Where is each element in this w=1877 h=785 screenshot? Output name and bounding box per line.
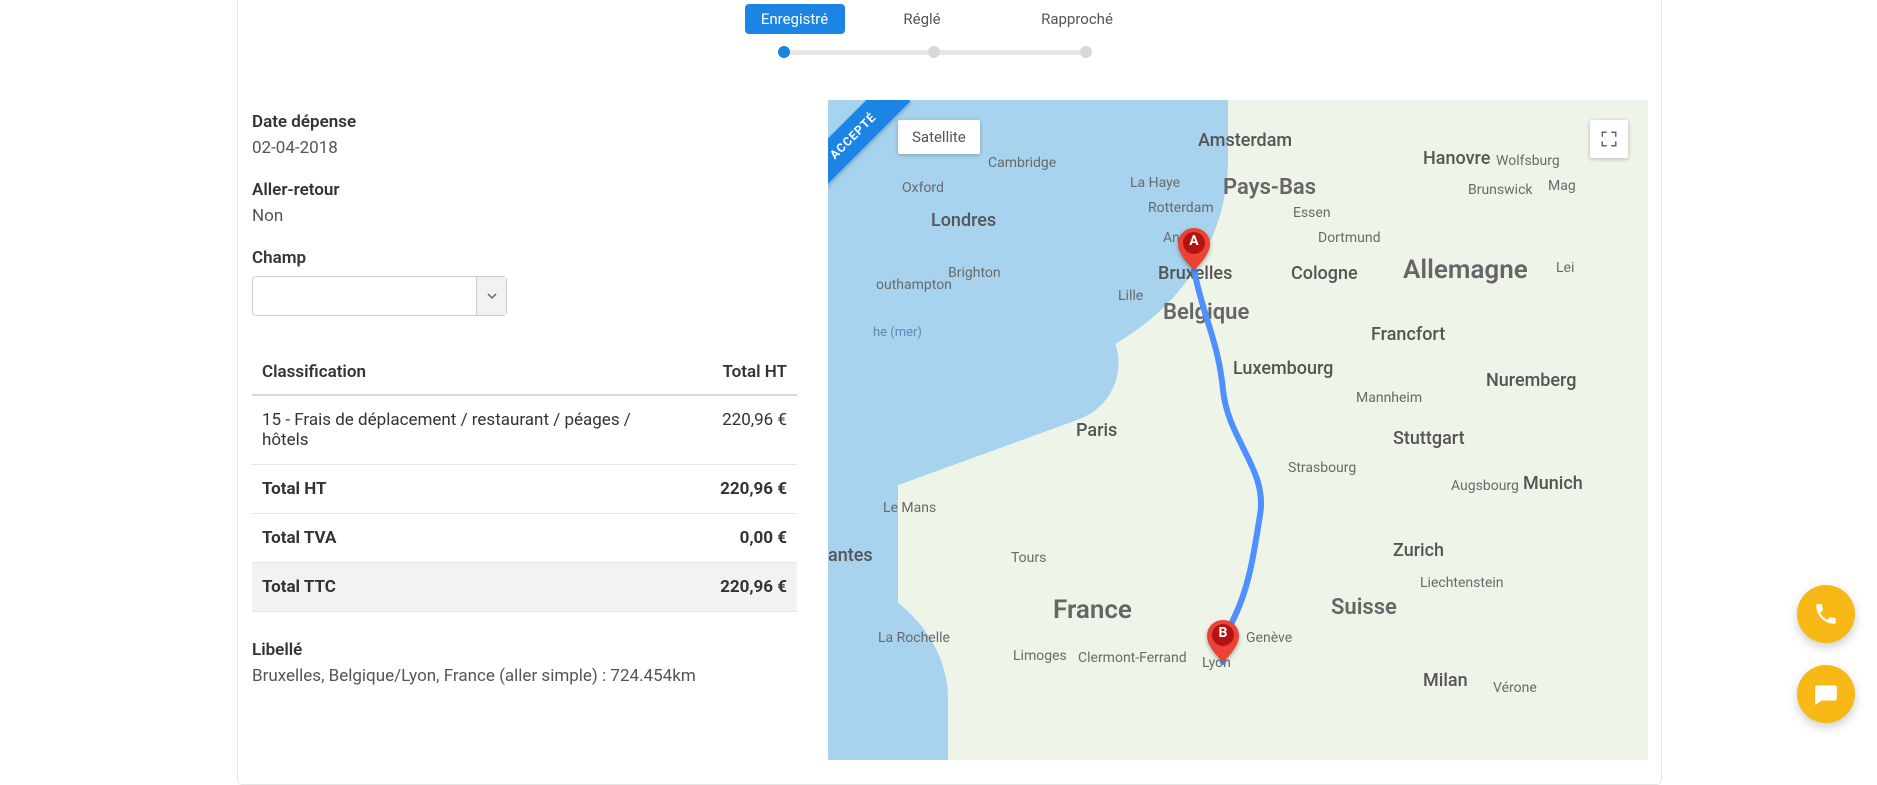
city-label: Limoges — [1013, 648, 1067, 664]
phone-fab[interactable] — [1797, 585, 1855, 643]
expense-card: Enregistré Réglé Rapproché Date dépense … — [237, 0, 1662, 785]
city-label: Luxembourg — [1233, 358, 1333, 379]
step-registered[interactable]: Enregistré — [745, 4, 845, 34]
city-label: La Haye — [1130, 175, 1180, 191]
champ-select-value — [253, 277, 476, 315]
col-classification: Classification — [252, 350, 691, 395]
total-tva-value: 0,00 € — [691, 514, 797, 563]
row-label: 15 - Frais de déplacement / restaurant /… — [252, 395, 691, 465]
col-total-ht: Total HT — [691, 350, 797, 395]
step-reconciled[interactable]: Rapproché — [1000, 4, 1155, 34]
total-ht-value: 220,96 € — [691, 465, 797, 514]
city-label: Amsterdam — [1198, 130, 1292, 151]
chat-fab[interactable] — [1797, 665, 1855, 723]
stepper-track — [780, 46, 1090, 56]
marker-a-letter: A — [1178, 233, 1210, 249]
date-value: 02-04-2018 — [252, 138, 782, 158]
city-label: Brunswick — [1468, 182, 1533, 198]
date-label: Date dépense — [252, 112, 782, 132]
city-label: Francfort — [1371, 324, 1445, 345]
country-label: Suisse — [1331, 595, 1397, 620]
city-label: antes — [828, 545, 873, 566]
champ-select[interactable] — [252, 276, 507, 316]
city-label: Lei — [1556, 260, 1574, 276]
city-label: Nuremberg — [1486, 370, 1576, 391]
roundtrip-value: Non — [252, 206, 782, 226]
row-total-ht: Total HT 220,96 € — [252, 465, 797, 514]
pricing-table: Classification Total HT 15 - Frais de dé… — [252, 350, 797, 612]
city-label: Mag — [1548, 178, 1576, 194]
city-label: Zurich — [1393, 540, 1444, 561]
route-map[interactable]: ACCEPTÉ Plan Satellite Amsterdam La Haye… — [828, 100, 1648, 760]
city-label: La Rochelle — [878, 630, 950, 646]
total-ttc-value: 220,96 € — [691, 563, 797, 612]
roundtrip-label: Aller-retour — [252, 180, 782, 200]
details-column: Date dépense 02-04-2018 Aller-retour Non… — [252, 112, 782, 686]
map-marker-a[interactable]: A — [1178, 228, 1210, 270]
city-label: Tours — [1011, 550, 1046, 566]
table-row: 15 - Frais de déplacement / restaurant /… — [252, 395, 797, 465]
city-label: Oxford — [902, 180, 944, 196]
city-label: Dortmund — [1318, 230, 1380, 246]
city-label: Rotterdam — [1148, 200, 1214, 216]
country-label: France — [1053, 595, 1132, 625]
city-label: Hanovre — [1423, 148, 1490, 169]
step-settled[interactable]: Réglé — [845, 4, 1000, 34]
chevron-down-icon — [476, 277, 506, 315]
city-label: Stuttgart — [1393, 428, 1465, 449]
city-label: Brighton — [948, 265, 1001, 281]
city-label: Londres — [931, 210, 996, 231]
marker-b-letter: B — [1207, 625, 1239, 641]
city-label: Liechtenstein — [1420, 575, 1504, 591]
step-dot-2 — [928, 46, 940, 58]
water-label: he (mer) — [873, 325, 922, 340]
city-label: outhampton — [876, 277, 952, 293]
country-label: Belgique — [1163, 300, 1249, 325]
city-label: Munich — [1523, 473, 1583, 494]
country-label: Pays-Bas — [1223, 175, 1316, 200]
fullscreen-icon[interactable] — [1590, 120, 1628, 158]
city-label: Mannheim — [1356, 390, 1422, 406]
map-type-toggle[interactable]: Plan Satellite — [898, 120, 980, 154]
map-btn-satellite[interactable]: Satellite — [898, 120, 980, 154]
map-marker-b[interactable]: B — [1207, 620, 1239, 662]
city-label: Milan — [1423, 670, 1468, 691]
country-label: Allemagne — [1403, 255, 1528, 285]
city-label: Cologne — [1291, 263, 1358, 284]
phone-icon — [1813, 601, 1839, 627]
status-stepper: Enregistré Réglé Rapproché — [745, 4, 1155, 56]
libelle-label: Libellé — [252, 640, 782, 660]
row-amount: 220,96 € — [691, 395, 797, 465]
libelle-value: Bruxelles, Belgique/Lyon, France (aller … — [252, 666, 782, 686]
total-tva-label: Total TVA — [252, 514, 691, 563]
city-label: Genève — [1246, 630, 1292, 646]
city-label: Clermont-Ferrand — [1078, 650, 1187, 666]
city-label: Essen — [1293, 205, 1331, 221]
step-dot-1 — [778, 46, 790, 58]
city-label: Vérone — [1493, 680, 1537, 696]
city-label: Wolfsburg — [1496, 153, 1560, 169]
city-label: Paris — [1076, 420, 1117, 441]
total-ttc-label: Total TTC — [252, 563, 691, 612]
chat-icon — [1813, 681, 1839, 707]
total-ht-label: Total HT — [252, 465, 691, 514]
city-label: Lille — [1118, 288, 1143, 304]
champ-label: Champ — [252, 248, 782, 268]
city-label: Le Mans — [883, 500, 936, 516]
city-label: Strasbourg — [1288, 460, 1356, 476]
city-label: Augsbourg — [1451, 478, 1519, 494]
row-total-tva: Total TVA 0,00 € — [252, 514, 797, 563]
city-label: Cambridge — [988, 155, 1056, 171]
row-total-ttc: Total TTC 220,96 € — [252, 563, 797, 612]
step-dot-3 — [1080, 46, 1092, 58]
